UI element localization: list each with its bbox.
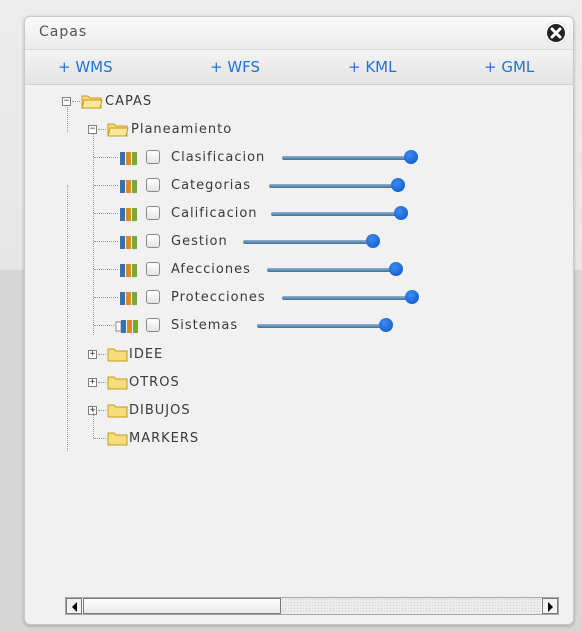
folder-icon <box>107 402 129 422</box>
opacity-slider-handle[interactable] <box>391 178 405 192</box>
tree-node-dibujos[interactable]: + DIBUJOS <box>25 400 425 422</box>
opacity-slider[interactable] <box>282 156 412 160</box>
layer-row-sistemas: Sistemas <box>25 315 573 337</box>
add-layer-toolbar: + WMS + WFS + KML + GML <box>25 50 573 85</box>
layer-visibility-checkbox[interactable] <box>146 318 160 332</box>
panel-title: Capas <box>39 24 88 40</box>
opacity-slider-handle[interactable] <box>404 150 418 164</box>
folder-icon <box>107 374 129 394</box>
opacity-slider-handle[interactable] <box>405 290 419 304</box>
collapse-icon[interactable]: − <box>88 125 97 134</box>
folder-open-icon <box>107 121 129 141</box>
tree-node-otros[interactable]: + OTROS <box>25 372 425 394</box>
layer-row-gestion: Gestion <box>25 231 573 253</box>
expand-icon[interactable]: + <box>88 350 97 359</box>
opacity-slider[interactable] <box>269 184 399 188</box>
layer-label: Protecciones <box>171 290 266 305</box>
tree-node-planeamiento[interactable]: − Planeamiento <box>25 119 425 141</box>
layer-icon <box>119 262 141 282</box>
arrow-left-icon <box>72 602 77 612</box>
layer-row-afecciones: Afecciones <box>25 259 573 281</box>
layer-icon <box>119 234 141 254</box>
folder-icon <box>107 430 129 450</box>
opacity-slider-handle[interactable] <box>379 318 393 332</box>
add-wfs-button[interactable]: + WFS <box>210 58 260 76</box>
opacity-slider-handle[interactable] <box>394 206 408 220</box>
scrollbar-thumb[interactable] <box>83 598 281 614</box>
opacity-slider[interactable] <box>282 296 412 300</box>
tree-node-idee[interactable]: + IDEE <box>25 344 425 366</box>
tree-node-label: CAPAS <box>105 94 153 109</box>
layer-icon <box>115 318 141 338</box>
layer-visibility-checkbox[interactable] <box>146 178 160 192</box>
tree-node-capas[interactable]: − CAPAS <box>25 91 425 113</box>
opacity-slider-handle[interactable] <box>366 234 380 248</box>
tree-node-label: MARKERS <box>129 431 200 446</box>
opacity-slider[interactable] <box>267 268 397 272</box>
collapse-icon[interactable]: − <box>62 97 71 106</box>
expand-icon[interactable]: + <box>88 378 97 387</box>
tree-node-label: Planeamiento <box>131 122 233 137</box>
add-gml-button[interactable]: + GML <box>484 58 534 76</box>
layer-icon <box>119 290 141 310</box>
layer-label: Clasificacion <box>171 150 266 165</box>
opacity-slider[interactable] <box>243 240 373 244</box>
add-kml-button[interactable]: + KML <box>348 58 396 76</box>
close-icon[interactable] <box>545 22 567 44</box>
layer-visibility-checkbox[interactable] <box>146 206 160 220</box>
layer-label: Categorias <box>171 178 252 193</box>
layer-icon <box>119 150 141 170</box>
layer-icon <box>119 178 141 198</box>
layer-visibility-checkbox[interactable] <box>146 262 160 276</box>
arrow-right-icon <box>548 602 553 612</box>
layer-icon <box>119 206 141 226</box>
layer-label: Calificacion <box>171 206 258 221</box>
layer-row-calificacion: Calificacion <box>25 203 573 225</box>
folder-icon <box>107 346 129 366</box>
folder-open-icon <box>81 93 103 113</box>
layer-label: Gestion <box>171 234 228 249</box>
opacity-slider[interactable] <box>271 212 401 216</box>
tree-node-label: IDEE <box>129 347 164 362</box>
layer-visibility-checkbox[interactable] <box>146 234 160 248</box>
layer-tree: − CAPAS − Planeamiento Clasificacion Cat… <box>25 85 573 585</box>
layer-visibility-checkbox[interactable] <box>146 290 160 304</box>
scroll-right-button[interactable] <box>542 598 558 614</box>
layers-panel: Capas + WMS + WFS + KML + GML − CAPAS − <box>24 16 574 625</box>
tree-node-label: OTROS <box>129 375 180 390</box>
layer-row-protecciones: Protecciones <box>25 287 573 309</box>
layer-row-categorias: Categorias <box>25 175 573 197</box>
layer-label: Sistemas <box>171 318 239 333</box>
opacity-slider[interactable] <box>257 324 387 328</box>
layer-row-clasificacion: Clasificacion <box>25 147 573 169</box>
panel-title-bar[interactable]: Capas <box>25 17 573 50</box>
layer-label: Afecciones <box>171 262 251 277</box>
layer-visibility-checkbox[interactable] <box>146 150 160 164</box>
tree-node-label: DIBUJOS <box>129 403 191 418</box>
add-wms-button[interactable]: + WMS <box>58 58 113 76</box>
tree-node-markers[interactable]: MARKERS <box>25 410 425 450</box>
horizontal-scrollbar[interactable] <box>65 597 559 615</box>
scroll-left-button[interactable] <box>66 598 82 614</box>
opacity-slider-handle[interactable] <box>389 262 403 276</box>
